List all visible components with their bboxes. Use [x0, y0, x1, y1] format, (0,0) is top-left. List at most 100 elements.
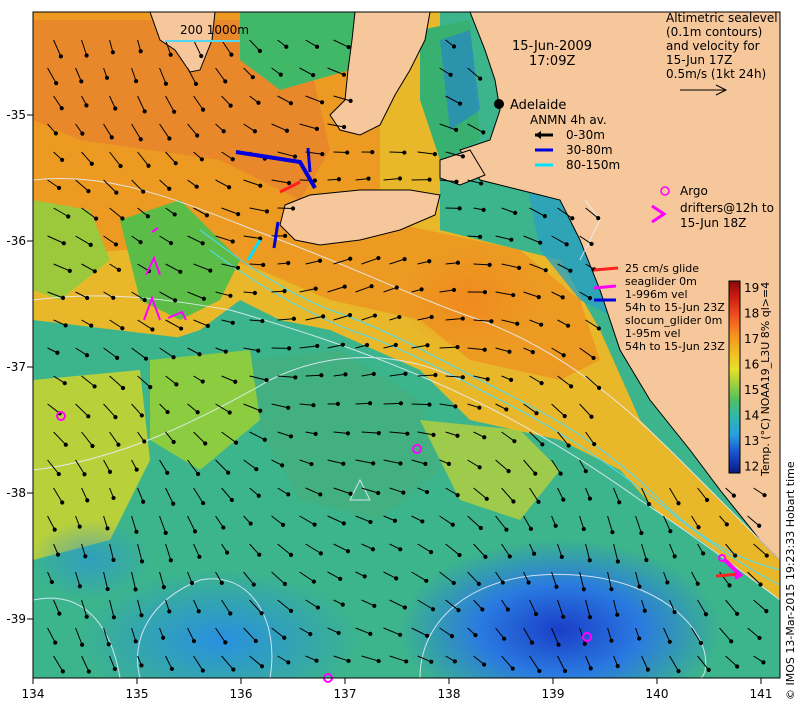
velocity-arrow-head: [318, 492, 323, 497]
velocity-arrow-head: [489, 319, 494, 324]
velocity-arrow-head: [372, 603, 377, 608]
velocity-arrow-head: [446, 461, 452, 466]
scale-label: 200 1000m: [180, 23, 249, 37]
velocity-arrow-head: [341, 461, 346, 466]
velocity-arrow-head: [63, 442, 68, 447]
velocity-arrow-head: [558, 471, 563, 476]
velocity-arrow-head: [762, 493, 767, 498]
velocity-arrow-head: [478, 76, 483, 81]
velocity-arrow-head: [698, 640, 703, 646]
velocity-arrow-head: [282, 233, 288, 238]
velocity-arrow-head: [60, 500, 65, 505]
velocity-arrow-head: [478, 181, 484, 186]
velocity-arrow-head: [419, 287, 424, 292]
velocity-arrow-head: [90, 443, 95, 449]
velocity-arrow-head: [371, 371, 376, 377]
velocity-arrow-head: [346, 45, 351, 50]
velocity-arrow-head: [615, 612, 620, 617]
velocity-arrow-head: [376, 255, 381, 261]
velocity-arrow-head: [309, 461, 314, 467]
x-tick-label: 139: [542, 687, 565, 701]
colorbar-tick: 19: [744, 281, 759, 295]
velocity-arrow-head: [288, 608, 294, 613]
velocity-arrow-head: [80, 642, 85, 647]
velocity-arrow-head: [319, 373, 324, 378]
velocity-arrow-head: [236, 212, 241, 217]
velocity-arrow-head: [88, 242, 93, 248]
velocity-arrow-head: [200, 107, 206, 112]
velocity-arrow-head: [197, 554, 202, 559]
velocity-arrow-head: [200, 379, 205, 384]
velocity-arrow-head: [581, 526, 586, 532]
velocity-arrow-head: [335, 401, 341, 406]
velocity-arrow-head: [196, 609, 201, 614]
velocity-arrow-head: [219, 580, 224, 585]
velocity-arrow-head: [223, 349, 228, 354]
velocity-arrow-head: [483, 554, 488, 559]
velocity-arrow-head: [402, 150, 407, 155]
velocity-arrow-head: [455, 433, 460, 438]
velocity-arrow-head: [348, 98, 353, 103]
velocity-arrow-head: [526, 580, 531, 585]
velocity-arrow-head: [56, 471, 61, 477]
velocity-arrow-head: [84, 103, 89, 108]
velocity-arrow-head: [672, 610, 677, 615]
velocity-arrow-head: [280, 522, 286, 527]
velocity-arrow-head: [617, 500, 622, 505]
velocity-arrow-head: [348, 256, 353, 261]
sealevel-line-2: (0.1m contours): [666, 25, 762, 39]
velocity-arrow-head: [230, 157, 235, 162]
velocity-arrow-head: [668, 529, 673, 534]
velocity-arrow-head: [106, 642, 111, 647]
drifters-label-2: 15-Jun 18Z: [680, 216, 746, 230]
velocity-arrow-head: [134, 529, 139, 534]
velocity-arrow-head: [252, 129, 258, 134]
velocity-arrow-head: [451, 580, 456, 586]
velocity-arrow-head: [511, 292, 516, 298]
velocity-arrow-head: [729, 639, 734, 644]
velocity-arrow-head: [403, 371, 408, 376]
velocity-arrow-head: [288, 434, 294, 439]
velocity-arrow-head: [226, 470, 231, 475]
velocity-arrow-head: [529, 640, 535, 645]
velocity-arrow-head: [757, 523, 762, 528]
velocity-arrow-head: [405, 431, 410, 436]
velocity-arrow-head: [113, 414, 118, 420]
velocity-arrow-head: [107, 469, 113, 474]
velocity-arrow-head: [393, 342, 398, 348]
map-date: 15-Jun-2009: [512, 39, 592, 54]
velocity-arrow-head: [341, 521, 346, 526]
velocity-arrow-head: [455, 492, 460, 498]
glider-line-4: slocum_glider 0m: [625, 314, 722, 327]
glider-line-2: 1-996m vel: [625, 288, 688, 301]
velocity-arrow-head: [315, 343, 320, 349]
velocity-arrow-head: [204, 213, 210, 218]
velocity-arrow-head: [583, 469, 588, 474]
velocity-arrow-head: [478, 525, 483, 531]
velocity-arrow-head: [536, 499, 541, 504]
velocity-arrow-head: [476, 581, 481, 586]
velocity-arrow-head: [587, 496, 593, 501]
velocity-arrow-head: [286, 492, 291, 497]
velocity-arrow-head: [92, 384, 97, 389]
velocity-arrow-head: [116, 442, 121, 447]
velocity-arrow-head: [644, 557, 649, 563]
velocity-arrow-head: [597, 385, 602, 390]
velocity-arrow-head: [67, 268, 72, 273]
velocity-arrow-head: [161, 635, 166, 640]
velocity-arrow-head: [49, 579, 54, 585]
velocity-arrow-head: [452, 659, 457, 664]
velocity-arrow-head: [321, 314, 326, 319]
velocity-arrow-head: [568, 268, 573, 273]
velocity-arrow-head: [397, 632, 403, 637]
velocity-arrow-head: [139, 663, 144, 668]
velocity-arrow-head: [587, 558, 592, 563]
velocity-arrow-head: [420, 519, 425, 524]
velocity-arrow-head: [259, 611, 264, 616]
velocity-arrow-head: [556, 642, 561, 647]
velocity-arrow-head: [482, 290, 488, 295]
velocity-arrow-head: [368, 401, 373, 406]
velocity-arrow-head: [376, 658, 381, 664]
velocity-arrow-head: [114, 190, 119, 195]
velocity-arrow-head: [758, 582, 763, 587]
